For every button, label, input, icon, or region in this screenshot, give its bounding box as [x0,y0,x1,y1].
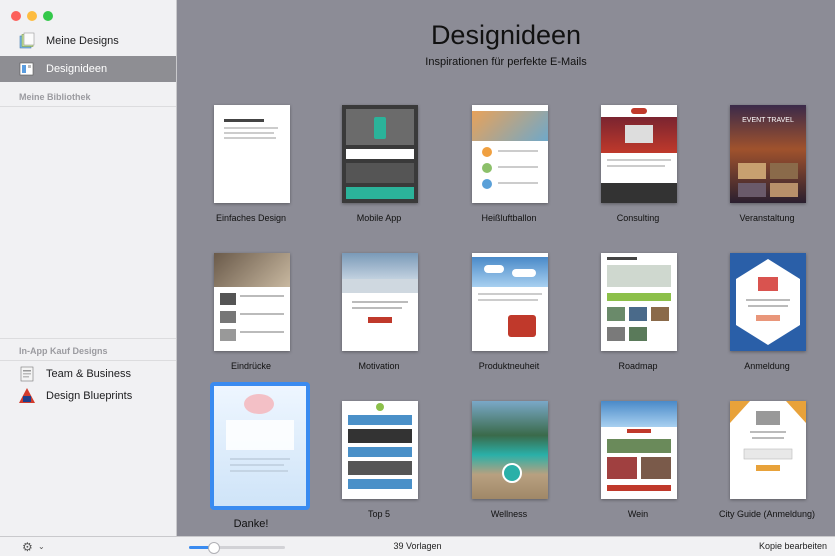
template-card[interactable]: Einfaches Design [185,105,317,231]
page-subtitle: Inspirationen für perfekte E-Mails [425,56,587,68]
minimize-window-button[interactable] [27,11,37,21]
template-card-selected[interactable]: Danke! [185,382,317,530]
template-label: Wellness [490,509,528,519]
template-thumbnail: EVENT TRAVEL [730,105,806,203]
template-label: Consulting [616,213,660,223]
template-gallery: Designideen Inspirationen für perfekte E… [177,0,835,536]
template-thumbnail [342,105,418,203]
template-card[interactable]: Mobile App [313,105,445,231]
sidebar-item-label: Meine Designs [46,35,119,47]
sidebar-item-designideen[interactable]: Designideen [0,56,176,82]
template-card[interactable]: Motivation [313,253,445,379]
team-business-icon [18,365,36,383]
event-thumb-text: EVENT TRAVEL [742,117,794,124]
sidebar-item-team-business[interactable]: Team & Business [0,362,176,386]
bottom-toolbar: ⚙ ⌄ 39 Vorlagen Kopie bearbeiten [0,536,835,556]
template-card[interactable]: Eindrücke [185,253,317,379]
template-label: Produktneuheit [478,361,540,371]
template-label: Heißluftballon [481,213,537,223]
template-card[interactable]: Heißluftballon [443,105,575,231]
template-thumbnail [210,382,310,510]
template-thumbnail [601,253,677,351]
template-thumbnail [601,105,677,203]
template-label: Top 5 [367,509,391,519]
template-label: Roadmap [618,361,658,371]
template-thumbnail [214,105,290,203]
template-label: Veranstaltung [739,213,795,223]
template-card[interactable]: EVENT TRAVEL Veranstaltung [701,105,833,231]
template-label: Motivation [358,361,400,371]
template-label: Einfaches Design [215,213,287,223]
template-card[interactable]: Roadmap [572,253,704,379]
sidebar: Meine Designs Designideen Meine Biblioth… [0,0,177,536]
divider [0,338,176,339]
template-card[interactable]: Top 5 [313,401,445,527]
template-thumbnail [730,401,806,499]
template-thumbnail [472,105,548,203]
divider [0,106,176,107]
template-count: 39 Vorlagen [393,541,442,551]
template-label: City Guide (Anmeldung) [718,509,816,519]
sidebar-item-label: Design Blueprints [46,390,133,402]
template-thumbnail [601,401,677,499]
template-card[interactable]: City Guide (Anmeldung) [701,401,833,527]
designs-stack-icon [18,32,36,50]
template-thumbnail [342,401,418,499]
template-card[interactable]: Produktneuheit [443,253,575,379]
template-thumbnail [214,253,290,351]
edit-copy-button[interactable]: Kopie bearbeiten [759,541,827,551]
template-label: Eindrücke [230,361,272,371]
inapp-section-header: In-App Kauf Designs [19,346,108,356]
close-window-button[interactable] [11,11,21,21]
template-card[interactable]: Wellness [443,401,575,527]
sidebar-item-label: Designideen [46,63,108,75]
page-title: Designideen [430,20,582,50]
template-label: Danke! [233,518,269,530]
template-thumbnail [472,401,548,499]
template-thumbnail [342,253,418,351]
template-thumbnail [472,253,548,351]
template-card[interactable]: Consulting [572,105,704,231]
template-label: Anmeldung [744,361,790,371]
template-thumbnail [730,253,806,351]
zoom-window-button[interactable] [43,11,53,21]
sidebar-item-meine-designs[interactable]: Meine Designs [0,28,176,54]
template-card[interactable]: Wein [572,401,704,527]
sidebar-item-label: Team & Business [46,368,131,380]
library-section-header: Meine Bibliothek [19,92,91,102]
template-label: Wein [627,509,649,519]
window-controls [11,11,53,21]
template-card[interactable]: Anmeldung [701,253,833,379]
blueprints-icon [18,387,36,405]
template-label: Mobile App [356,213,402,223]
sidebar-item-design-blueprints[interactable]: Design Blueprints [0,384,176,408]
ideas-icon [18,60,36,78]
divider [0,360,176,361]
